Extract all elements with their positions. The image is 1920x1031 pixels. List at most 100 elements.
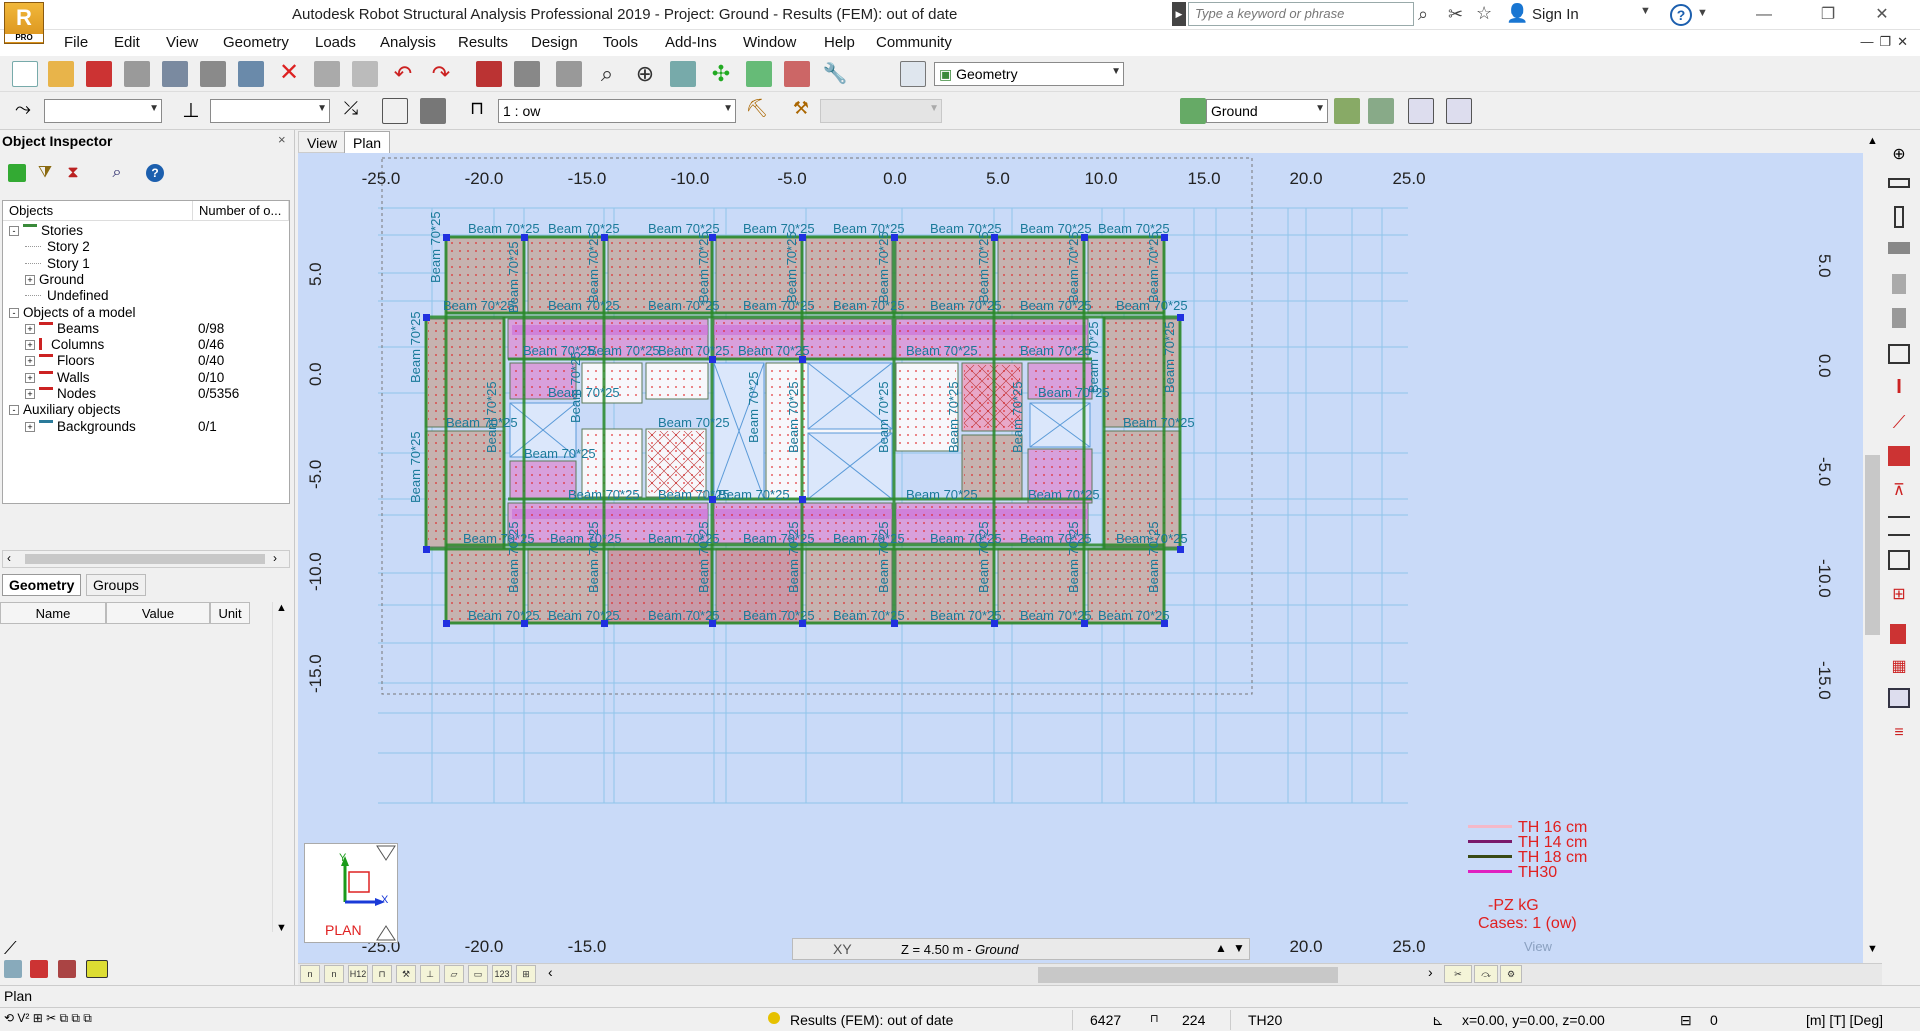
scroll-down-icon[interactable]: ▼ <box>276 922 287 934</box>
redo-icon[interactable]: ↷ <box>428 61 454 87</box>
clear-filter-icon[interactable]: ⧗ <box>64 164 82 182</box>
view-3d-icon[interactable] <box>670 61 696 87</box>
tables-icon[interactable] <box>476 61 502 87</box>
work-plane-bar[interactable]: XY Z = 4.50 m - Ground ▲ ▼ <box>792 938 1250 960</box>
nodes-icon[interactable]: ⊕ <box>1888 144 1910 164</box>
display-panels-icon[interactable]: ▱ <box>444 965 464 983</box>
menu-community[interactable]: Community <box>876 34 952 51</box>
open-file-icon[interactable] <box>48 61 74 87</box>
menu-file[interactable]: File <box>64 34 88 51</box>
paste-icon[interactable] <box>352 61 378 87</box>
display-node-numbers-icon[interactable]: n <box>300 965 320 983</box>
menu-design[interactable]: Design <box>531 34 578 51</box>
display-options-icon[interactable]: ⚙ <box>1500 965 1522 983</box>
current-section[interactable]: TH20 <box>1248 1012 1282 1028</box>
bottom-icon-loads[interactable] <box>30 960 48 978</box>
subscription-icon[interactable]: ✂ <box>1448 4 1463 25</box>
story-up-icon[interactable] <box>1334 98 1360 124</box>
tree-horizontal-scrollbar[interactable]: ‹ › <box>2 550 290 568</box>
load-values-icon[interactable]: ⚒ <box>788 98 814 124</box>
select-all-icon[interactable] <box>382 98 408 124</box>
undo-icon[interactable]: ↶ <box>390 61 416 87</box>
material-icon[interactable] <box>1888 446 1910 466</box>
load-display-icon[interactable]: ⛏ <box>744 98 770 124</box>
layout-combo[interactable]: ▣ Geometry ▼ <box>934 62 1124 86</box>
section-icon[interactable]: I <box>1888 377 1910 398</box>
cable-icon[interactable] <box>1888 550 1910 570</box>
search-input[interactable]: Type a keyword or phrase <box>1188 2 1414 26</box>
print-icon[interactable] <box>124 61 150 87</box>
panel-icon[interactable] <box>1892 308 1906 328</box>
sign-in-button[interactable]: Sign In <box>1532 6 1579 23</box>
menu-help[interactable]: Help <box>824 34 855 51</box>
scroll-right-icon[interactable]: › <box>273 551 277 565</box>
level-down-icon[interactable]: ▼ <box>1233 941 1245 955</box>
display-settings-icon[interactable] <box>746 61 772 87</box>
zoom-window-icon[interactable]: ⌕ <box>594 61 620 87</box>
close-window-icon[interactable]: ✕ <box>1860 2 1904 28</box>
wall-icon[interactable] <box>1892 274 1906 294</box>
loads-table-icon[interactable] <box>1890 624 1906 644</box>
menu-add-ins[interactable]: Add-Ins <box>665 34 717 51</box>
load-icon[interactable]: ⊞ <box>1888 584 1910 604</box>
favorites-star-icon[interactable]: ☆ <box>1476 3 1492 24</box>
search-icon[interactable]: ⌕ <box>108 164 126 182</box>
mdi-window-controls[interactable]: —❐✕ <box>1860 34 1914 50</box>
selection-combo[interactable]: ▼ <box>44 99 162 123</box>
prop-header-value[interactable]: Value <box>106 602 210 624</box>
columns-icon[interactable] <box>1894 206 1904 228</box>
load-case-icon[interactable]: ⊓ <box>464 98 490 124</box>
tree-header-count[interactable]: Number of o... <box>193 201 289 221</box>
lock-icon[interactable] <box>556 61 582 87</box>
expand-icon[interactable]: + <box>25 323 35 334</box>
table-icon[interactable] <box>1888 688 1910 708</box>
display-grid-icon[interactable]: ⊞ <box>516 965 536 983</box>
view-orientation-badge[interactable]: Y X PLAN <box>304 843 398 943</box>
story-table-icon[interactable] <box>1408 98 1434 124</box>
help-dropdown-icon[interactable]: ▼ <box>1697 7 1708 19</box>
expand-icon[interactable]: + <box>25 356 35 367</box>
zoom-all-icon[interactable]: ⊕ <box>632 61 658 87</box>
tab-groups[interactable]: Groups <box>86 574 146 596</box>
mesh-icon[interactable]: ▦ <box>1888 656 1910 676</box>
display-bar-numbers-icon[interactable]: H12 <box>348 965 368 983</box>
delete-icon[interactable]: ✕ <box>276 61 302 87</box>
collapse-icon[interactable]: - <box>9 307 19 318</box>
prop-header-unit[interactable]: Unit <box>210 602 250 624</box>
menu-geometry[interactable]: Geometry <box>223 34 289 51</box>
expand-icon[interactable]: + <box>25 274 35 285</box>
support-icon[interactable]: ⊼ <box>1888 480 1910 500</box>
display-loads-icon[interactable]: ⚒ <box>396 965 416 983</box>
snap-settings-icon[interactable]: ✣ <box>708 61 734 87</box>
story-view-icon[interactable] <box>1446 98 1472 124</box>
scroll-down-icon[interactable]: ▼ <box>1867 943 1878 955</box>
offset-icon[interactable] <box>1888 516 1910 536</box>
collapse-icon[interactable]: - <box>9 405 19 416</box>
plan-viewport[interactable]: Beam 70*25 Beam 70*25 Beam 70*25 Beam 70*25… <box>298 153 1863 963</box>
minimize-window-icon[interactable]: — <box>1742 2 1786 28</box>
structure-model-icon[interactable] <box>514 61 540 87</box>
report-icon[interactable] <box>200 61 226 87</box>
menu-analysis[interactable]: Analysis <box>380 34 436 51</box>
inspector-filter-icon[interactable] <box>8 164 26 182</box>
panel-resize-icon[interactable]: ⟋ <box>4 938 17 959</box>
tree-item[interactable]: + Backgrounds <box>25 419 136 439</box>
story-selector-icon[interactable] <box>1180 98 1206 124</box>
menu-loads[interactable]: Loads <box>315 34 356 51</box>
select-by-property-icon[interactable]: ⤰ <box>338 98 364 124</box>
display-walls-icon[interactable]: ▭ <box>468 965 488 983</box>
tab-geometry[interactable]: Geometry <box>2 574 82 596</box>
status-tools-icons[interactable]: ⟲ V² ⊞ ✂ ⧉ ⧉ ⧉ <box>4 1011 92 1026</box>
horizontal-scroll-thumb[interactable] <box>1038 967 1338 983</box>
calculations-icon[interactable] <box>784 61 810 87</box>
release-icon[interactable]: ⟋ <box>1888 412 1910 432</box>
display-nodes-icon[interactable]: n <box>324 965 344 983</box>
menu-view[interactable]: View <box>166 34 198 51</box>
tab-view[interactable]: View <box>298 131 347 153</box>
app-logo[interactable]: R PRO <box>4 2 44 44</box>
search-expand-icon[interactable]: ▶ <box>1172 2 1186 26</box>
expand-icon[interactable]: + <box>25 340 35 351</box>
menu-results[interactable]: Results <box>458 34 508 51</box>
solid-icon[interactable] <box>1888 344 1910 364</box>
binoculars-icon[interactable]: ⌕ <box>1418 4 1428 25</box>
